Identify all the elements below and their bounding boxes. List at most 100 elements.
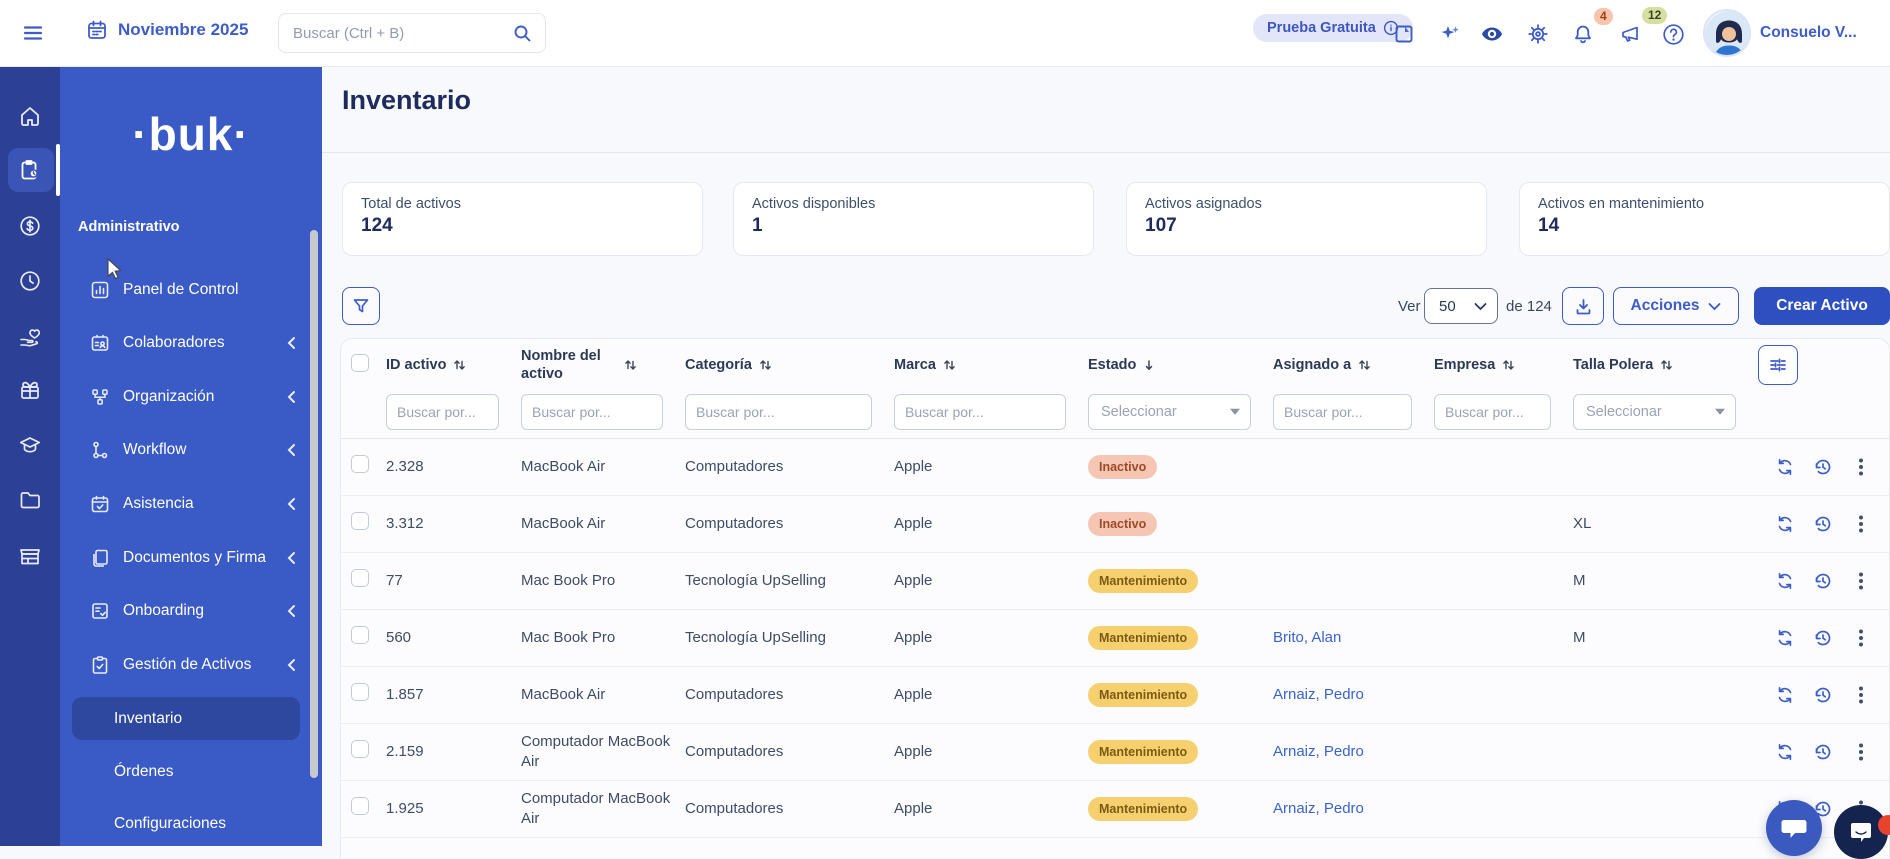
hamburger-menu-icon[interactable] bbox=[22, 22, 44, 44]
filter-select-talla[interactable]: Seleccionar bbox=[1573, 394, 1736, 430]
history-icon[interactable] bbox=[1812, 570, 1834, 592]
status-badge: Mantenimiento bbox=[1088, 797, 1198, 822]
column-header-nombre[interactable]: Nombre del activo bbox=[521, 347, 685, 383]
column-header-talla[interactable]: Talla Polera bbox=[1573, 357, 1758, 373]
cell-talla: M bbox=[1573, 571, 1758, 591]
hand-heart-icon[interactable] bbox=[18, 325, 42, 349]
sidebar-scrollbar[interactable] bbox=[310, 230, 318, 778]
folder-icon[interactable] bbox=[18, 488, 42, 512]
transfer-icon[interactable] bbox=[1774, 513, 1796, 535]
filter-input-categoria[interactable] bbox=[685, 394, 872, 430]
transfer-icon[interactable] bbox=[1774, 627, 1796, 649]
transfer-icon[interactable] bbox=[1774, 456, 1796, 478]
row-checkbox[interactable] bbox=[351, 626, 369, 644]
transfer-icon[interactable] bbox=[1774, 741, 1796, 763]
sidebar-item-workflow[interactable]: Workflow bbox=[60, 430, 322, 470]
assigned-person-link[interactable]: Arnaiz, Pedro bbox=[1273, 686, 1364, 703]
search-icon[interactable] bbox=[512, 23, 533, 44]
history-icon[interactable] bbox=[1812, 684, 1834, 706]
column-header-estado[interactable]: Estado bbox=[1088, 357, 1273, 373]
assigned-person-link[interactable]: Brito, Alan bbox=[1273, 629, 1341, 646]
kebab-menu-icon[interactable] bbox=[1850, 513, 1872, 535]
filter-input-id[interactable] bbox=[386, 394, 499, 430]
column-header-marca[interactable]: Marca bbox=[894, 357, 1088, 373]
calendar-icon bbox=[86, 19, 108, 41]
create-asset-button[interactable]: Crear Activo bbox=[1754, 287, 1890, 325]
trial-badge[interactable]: Prueba Gratuita bbox=[1253, 14, 1413, 42]
org-chart-icon bbox=[90, 387, 110, 407]
history-icon[interactable] bbox=[1812, 513, 1834, 535]
user-name[interactable]: Consuelo V... bbox=[1760, 24, 1857, 42]
row-checkbox[interactable] bbox=[351, 683, 369, 701]
kebab-menu-icon[interactable] bbox=[1850, 456, 1872, 478]
benefits-box-icon[interactable] bbox=[18, 378, 42, 402]
assigned-person-link[interactable]: Arnaiz, Pedro bbox=[1273, 800, 1364, 817]
megaphone-icon[interactable] bbox=[1618, 21, 1644, 47]
sidebar-item-gestion-de-activos[interactable]: Gestión de Activos bbox=[60, 645, 322, 685]
actions-button[interactable]: Acciones bbox=[1613, 287, 1739, 325]
kebab-menu-icon[interactable] bbox=[1850, 627, 1872, 649]
row-checkbox[interactable] bbox=[351, 740, 369, 758]
bell-icon[interactable] bbox=[1570, 21, 1596, 47]
row-checkbox[interactable] bbox=[351, 569, 369, 587]
row-checkbox[interactable] bbox=[351, 797, 369, 815]
sidebar-subitem-ordenes[interactable]: Órdenes bbox=[60, 752, 322, 792]
clock-icon[interactable] bbox=[18, 269, 42, 293]
sidebar-item-organizacion[interactable]: Organización bbox=[60, 377, 322, 417]
chat-launcher-button[interactable] bbox=[1766, 800, 1822, 856]
kebab-menu-icon[interactable] bbox=[1850, 570, 1872, 592]
filter-button[interactable] bbox=[342, 287, 380, 325]
cell-categoria: Computadores bbox=[685, 685, 894, 705]
storefront-icon[interactable] bbox=[18, 544, 42, 568]
sparkles-icon[interactable] bbox=[1437, 21, 1463, 47]
chevron-left-icon bbox=[287, 551, 296, 565]
filter-input-asignado[interactable] bbox=[1273, 394, 1412, 430]
user-avatar[interactable] bbox=[1703, 9, 1751, 57]
download-button[interactable] bbox=[1562, 287, 1604, 325]
filter-select-estado[interactable]: Seleccionar bbox=[1088, 394, 1251, 430]
search-input[interactable] bbox=[279, 14, 545, 52]
filter-input-nombre[interactable] bbox=[521, 394, 663, 430]
history-icon[interactable] bbox=[1812, 456, 1834, 478]
kebab-menu-icon[interactable] bbox=[1850, 741, 1872, 763]
sidebar-item-panel-de-control[interactable]: Panel de Control bbox=[60, 270, 322, 310]
sidebar-item-asistencia[interactable]: Asistencia bbox=[60, 484, 322, 524]
table-row: 560 Mac Book Pro Tecnología UpSelling Ap… bbox=[341, 610, 1889, 667]
gear-icon[interactable] bbox=[1525, 21, 1551, 47]
filter-input-empresa[interactable] bbox=[1434, 394, 1551, 430]
filter-input-marca[interactable] bbox=[894, 394, 1066, 430]
money-icon[interactable] bbox=[18, 214, 42, 238]
row-checkbox[interactable] bbox=[351, 512, 369, 530]
home-icon[interactable] bbox=[18, 104, 42, 128]
period-selector[interactable]: Noviembre 2025 bbox=[86, 19, 248, 41]
chevron-left-icon bbox=[287, 658, 296, 672]
eye-icon[interactable] bbox=[1479, 21, 1505, 47]
sidebar-item-colaboradores[interactable]: Colaboradores bbox=[60, 323, 322, 363]
row-checkbox[interactable] bbox=[351, 455, 369, 473]
history-icon[interactable] bbox=[1812, 741, 1834, 763]
bookmark-icon[interactable] bbox=[1391, 21, 1417, 47]
column-header-id-activo[interactable]: ID activo bbox=[386, 357, 521, 373]
column-settings-button[interactable] bbox=[1758, 345, 1798, 385]
select-all-checkbox[interactable] bbox=[351, 354, 369, 372]
clipboard-clock-icon[interactable] bbox=[18, 158, 42, 182]
assigned-person-link[interactable]: Arnaiz, Pedro bbox=[1273, 743, 1364, 760]
sidebar-subitem-inventario[interactable]: Inventario bbox=[60, 699, 322, 739]
transfer-icon[interactable] bbox=[1774, 684, 1796, 706]
sidebar-subitem-configuraciones[interactable]: Configuraciones bbox=[60, 804, 322, 844]
graduation-cap-icon[interactable] bbox=[18, 433, 42, 457]
kebab-menu-icon[interactable] bbox=[1850, 684, 1872, 706]
column-header-categoria[interactable]: Categoría bbox=[685, 357, 894, 373]
help-icon[interactable] bbox=[1660, 21, 1686, 47]
cell-talla: XL bbox=[1573, 514, 1758, 534]
transfer-icon[interactable] bbox=[1774, 570, 1796, 592]
sidebar-item-onboarding[interactable]: Onboarding bbox=[60, 591, 322, 631]
column-header-asignado[interactable]: Asignado a bbox=[1273, 357, 1434, 373]
sort-both-icon bbox=[453, 358, 466, 372]
sidebar-item-documentos-y-firma[interactable]: Documentos y Firma bbox=[60, 538, 322, 578]
history-icon[interactable] bbox=[1812, 627, 1834, 649]
page-size-value: 50 bbox=[1439, 298, 1456, 315]
column-header-empresa[interactable]: Empresa bbox=[1434, 357, 1573, 373]
stat-label: Activos en mantenimiento bbox=[1538, 196, 1871, 212]
page-size-select[interactable]: 50 bbox=[1424, 288, 1498, 324]
